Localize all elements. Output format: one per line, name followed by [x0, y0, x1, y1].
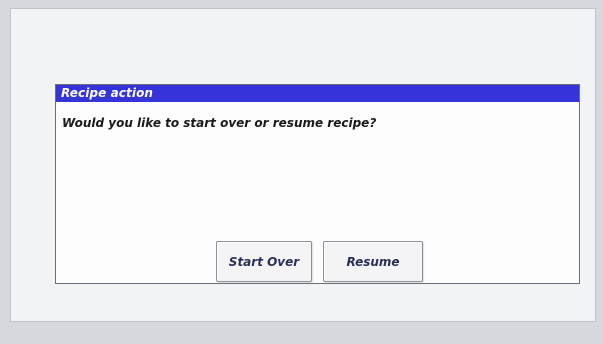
dialog-title: Recipe action	[61, 86, 154, 100]
recipe-action-dialog: Recipe action Would you like to start ov…	[55, 84, 580, 284]
touch-screen: Recipe action Would you like to start ov…	[10, 8, 596, 322]
dialog-titlebar: Recipe action	[56, 85, 579, 102]
resume-button[interactable]: Resume	[323, 241, 423, 282]
dialog-message: Would you like to start over or resume r…	[62, 116, 377, 130]
start-over-button[interactable]: Start Over	[216, 241, 312, 282]
device-frame: Recipe action Would you like to start ov…	[0, 0, 603, 344]
